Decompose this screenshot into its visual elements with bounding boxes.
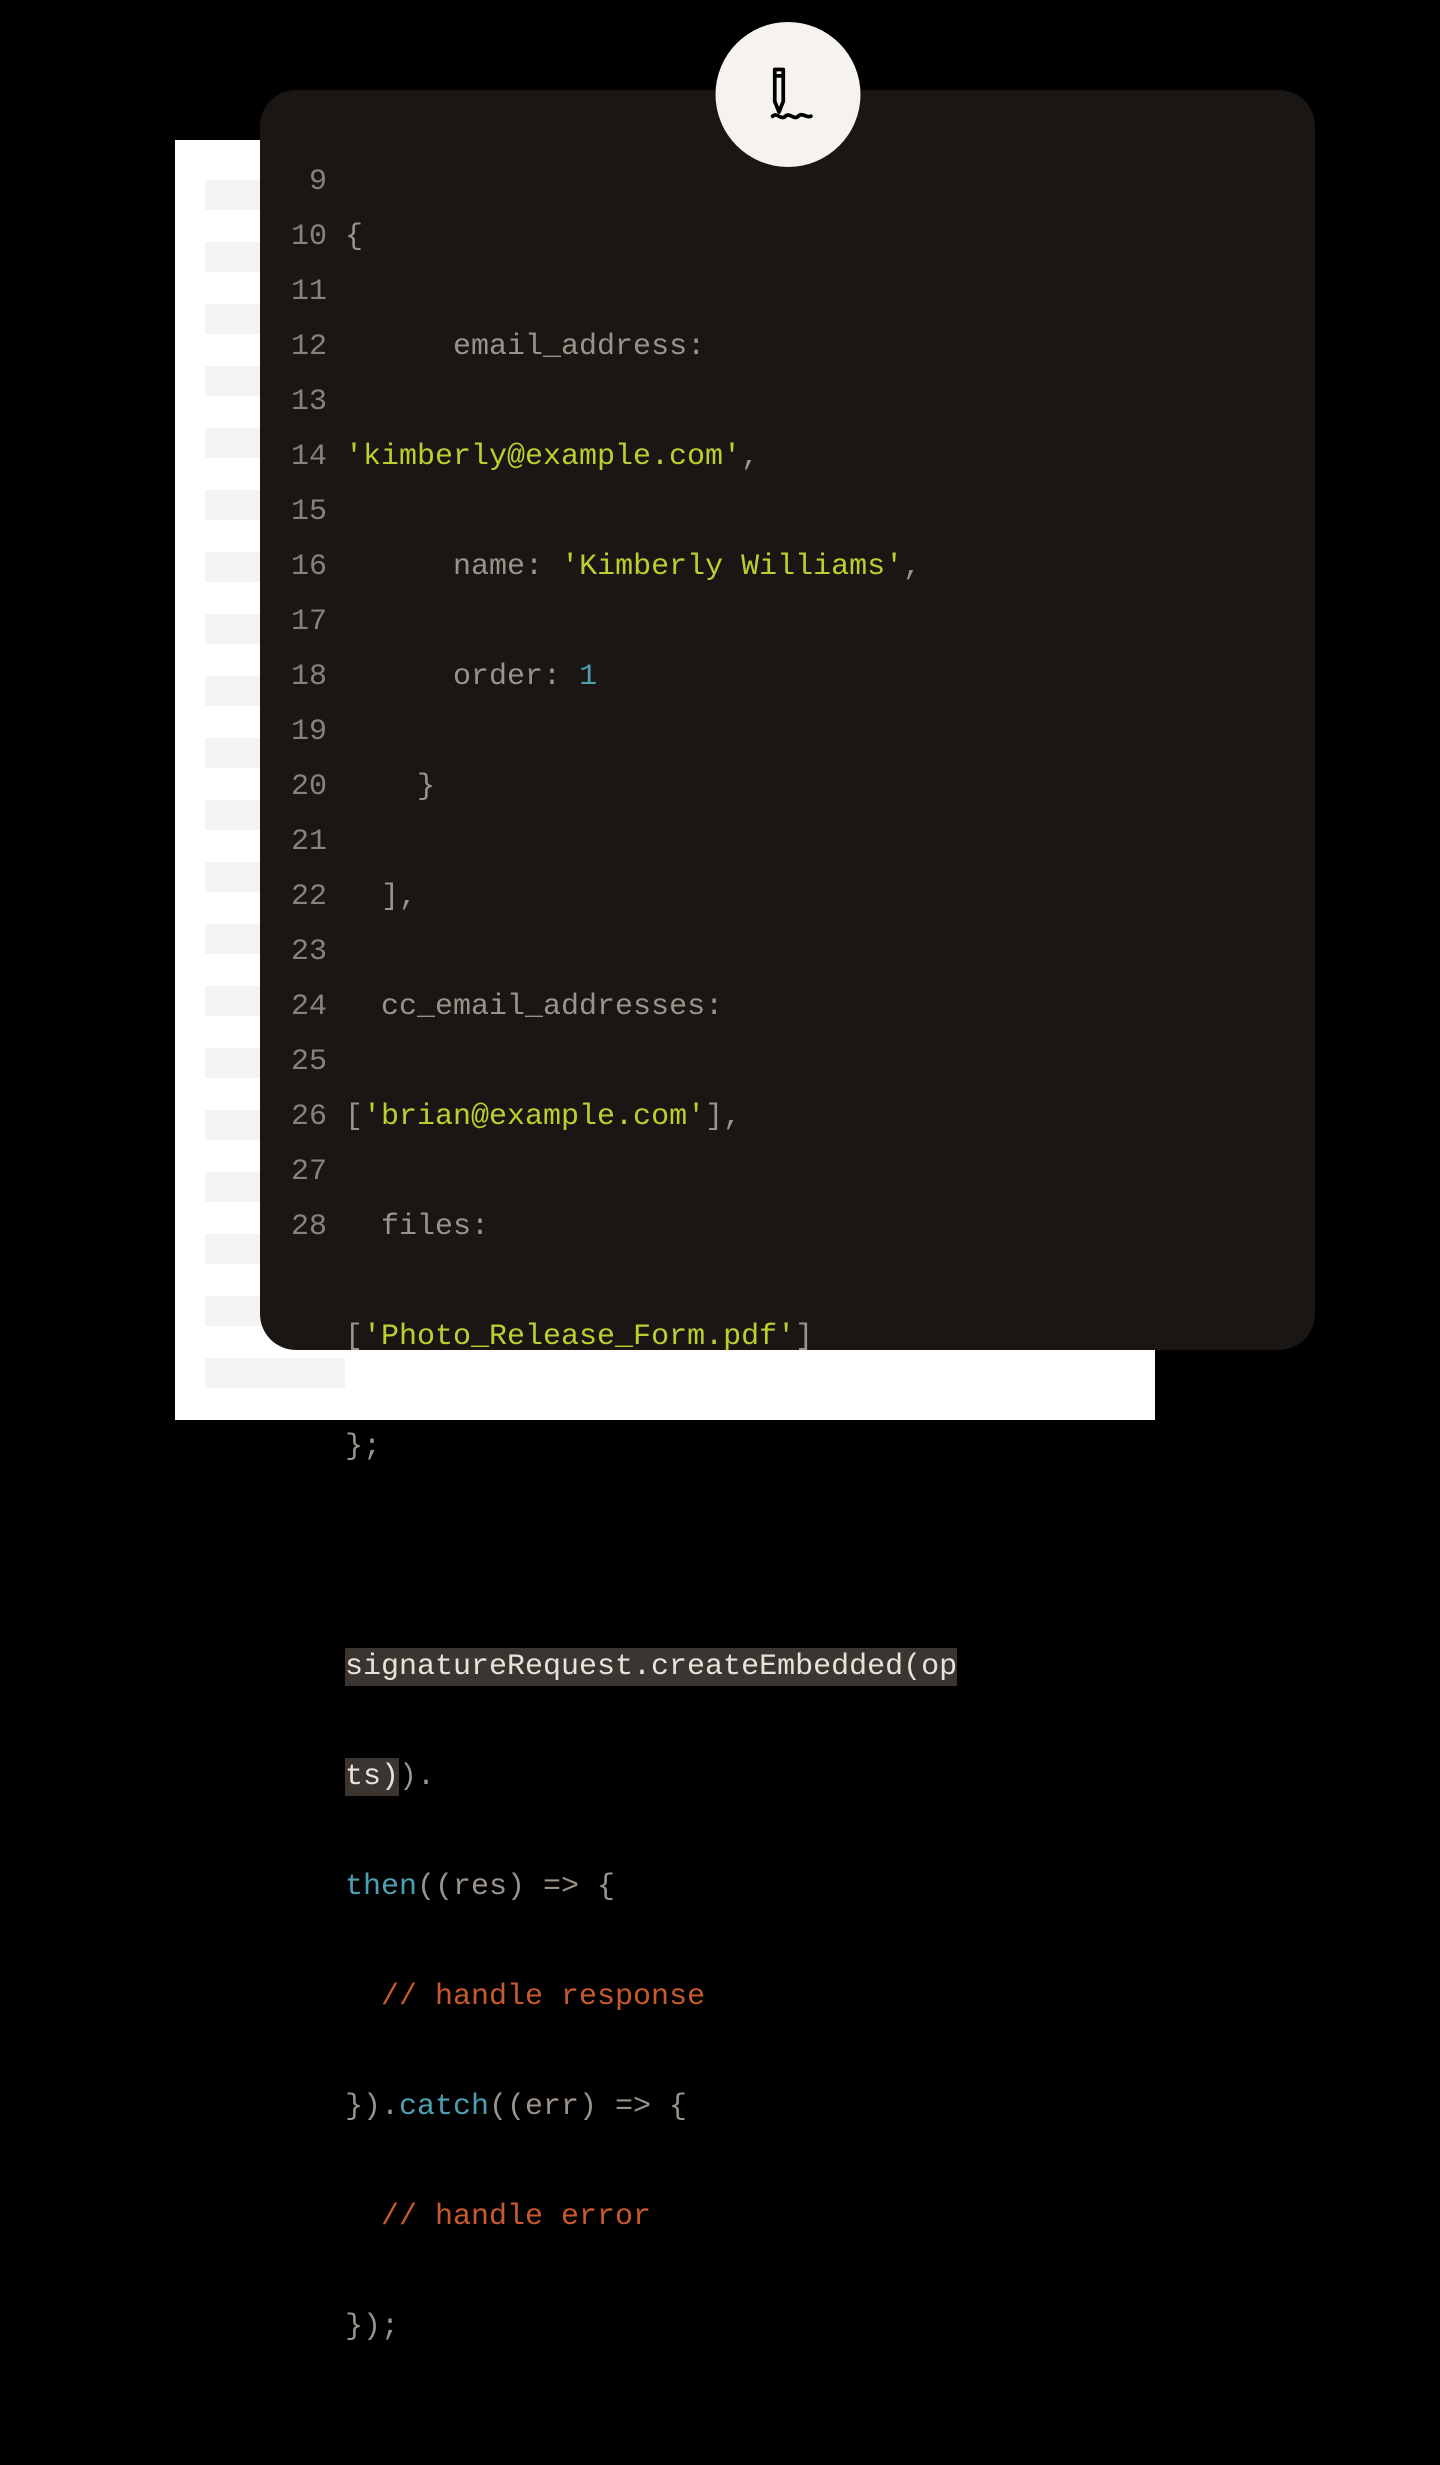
line-number: 10 (290, 210, 327, 265)
code-token: : (471, 1210, 489, 1244)
code-token: } (417, 770, 435, 804)
code-token: 'kimberly@example.com' (345, 440, 741, 474)
code-token: }). (345, 2090, 399, 2124)
code-token: email_address (453, 330, 687, 364)
line-number: 20 (290, 760, 327, 815)
code-token: ] (795, 1320, 813, 1354)
line-number: 22 (290, 870, 327, 925)
code-editor-panel: 9 10 11 12 13 14 15 16 17 18 19 20 21 22… (260, 90, 1315, 1350)
signature-pen-icon (754, 61, 822, 129)
code-token: [ (345, 1320, 363, 1354)
code-token: : (705, 990, 723, 1024)
code-token: order (453, 660, 543, 694)
line-number: 24 (290, 980, 327, 1035)
code-token: , (741, 440, 759, 474)
code-token: ((err) => { (489, 2090, 687, 2124)
code-token: name (453, 550, 525, 584)
code-token: cc_email_addresses (381, 990, 705, 1024)
highlighted-code: signatureRequest.createEmbedded(op (345, 1648, 957, 1686)
code-token: 1 (579, 660, 597, 694)
code-token: : (687, 330, 705, 364)
code-token: ], (705, 1100, 741, 1134)
line-number: 18 (290, 650, 327, 705)
line-number: 17 (290, 595, 327, 650)
line-number-gutter: 9 10 11 12 13 14 15 16 17 18 19 20 21 22… (290, 155, 345, 2465)
code-token: , (903, 550, 921, 584)
code-comment: // handle response (381, 1980, 705, 2014)
code-token: ((res) => { (417, 1870, 615, 1904)
line-number: 15 (290, 485, 327, 540)
code-container[interactable]: 9 10 11 12 13 14 15 16 17 18 19 20 21 22… (290, 155, 1275, 2465)
code-token: 'Kimberly Williams' (561, 550, 903, 584)
code-comment: // handle error (381, 2200, 651, 2234)
line-number: 16 (290, 540, 327, 595)
signature-icon-badge (715, 22, 860, 167)
code-token: ). (399, 1760, 435, 1794)
line-number: 27 (290, 1145, 327, 1200)
line-number: 21 (290, 815, 327, 870)
line-number: 13 (290, 375, 327, 430)
code-token: : (543, 660, 579, 694)
line-number: 23 (290, 925, 327, 980)
code-token: 'brian@example.com' (363, 1100, 705, 1134)
highlighted-code: ts) (345, 1758, 399, 1796)
line-number: 14 (290, 430, 327, 485)
code-token: { (345, 220, 363, 254)
code-token: : (525, 550, 561, 584)
line-number: 12 (290, 320, 327, 375)
line-number: 11 (290, 265, 327, 320)
line-number: 9 (290, 155, 327, 210)
code-token: then (345, 1870, 417, 1904)
code-token: catch (399, 2090, 489, 2124)
line-number: 26 (290, 1090, 327, 1145)
code-token: }; (345, 1430, 381, 1464)
line-number: 19 (290, 705, 327, 760)
code-token: ], (381, 880, 417, 914)
code-token: }); (345, 2310, 399, 2344)
code-token: 'Photo_Release_Form.pdf' (363, 1320, 795, 1354)
line-number: 25 (290, 1035, 327, 1090)
line-number: 28 (290, 1200, 327, 1255)
code-token: [ (345, 1100, 363, 1134)
code-token: files (381, 1210, 471, 1244)
code-content[interactable]: { email_address: 'kimberly@example.com',… (345, 155, 1275, 2465)
